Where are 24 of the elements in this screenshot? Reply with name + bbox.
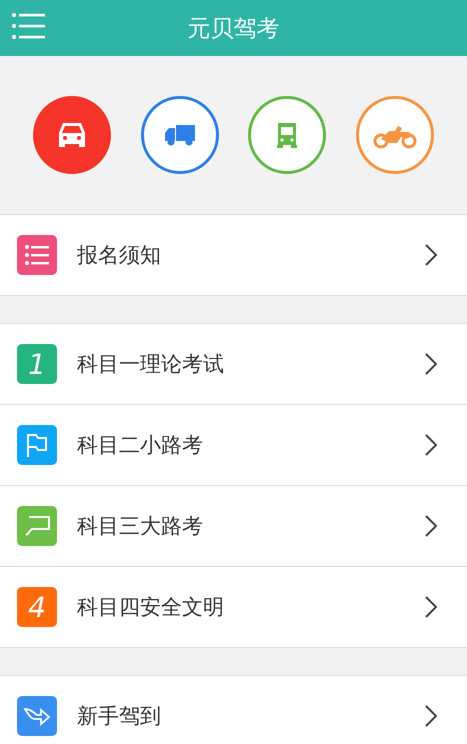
row-label: 科目二小路考 [77,432,204,459]
row-label: 报名须知 [77,242,162,269]
menu-row[interactable]: 4 科目四安全文明 [0,567,467,647]
menu-row[interactable]: 科目三大路考 [0,486,467,567]
row-label: 新手驾到 [77,703,162,730]
app-title: 元贝驾考 [188,14,280,44]
chevron-icon [425,596,437,618]
chevron-icon [425,353,437,375]
bus-icon [276,121,298,149]
row-label: 科目一理论考试 [77,351,225,378]
number-icon: 4 [17,587,57,627]
menu-row[interactable]: 科目二小路考 [0,405,467,486]
truck-icon [164,123,196,147]
chevron-icon [425,434,437,456]
number-icon: 1 [17,344,57,384]
menu-row[interactable]: 报名须知 [0,215,467,295]
chevron-icon [425,515,437,537]
row-label: 科目四安全文明 [77,594,225,621]
chevron-icon [425,705,437,727]
chevron-icon [425,244,437,266]
row-label: 科目三大路考 [77,513,204,540]
menu-row[interactable]: 新手驾到 [0,676,467,744]
menu-icon[interactable] [12,13,45,39]
menu-row[interactable]: 1 科目一理论考试 [0,324,467,405]
